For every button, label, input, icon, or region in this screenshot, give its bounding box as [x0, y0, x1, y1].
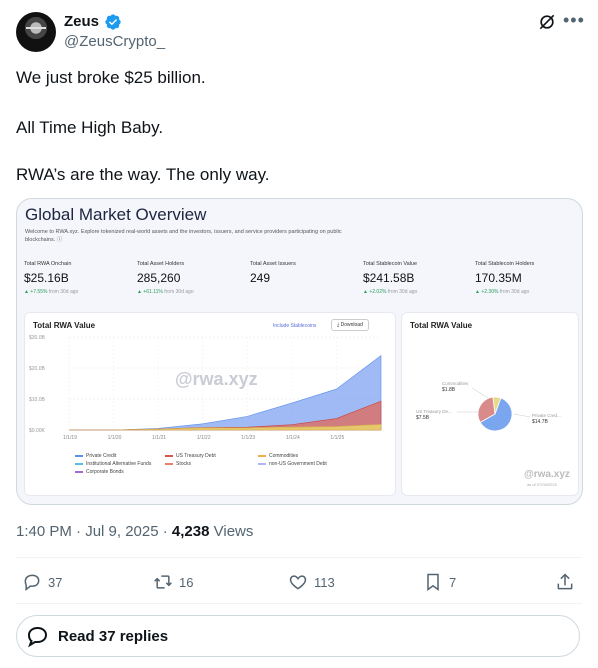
x-tick-label: 1/1/23: [241, 435, 255, 441]
card-description: Welcome to RWA.xyz. Explore tokenized re…: [25, 229, 342, 243]
tweet-text-line: We just broke $25 billion.: [16, 68, 206, 87]
retweet-icon: [154, 575, 172, 589]
legend-item: US Treasury Debt: [165, 453, 216, 459]
y-tick-label: $10.0B: [29, 397, 46, 403]
like-button[interactable]: 113: [288, 572, 335, 592]
reply-icon: [24, 574, 40, 592]
grok-icon[interactable]: [537, 12, 557, 32]
as-of-date: as of 07/09/2025: [527, 482, 557, 487]
rwa-watermark-logo: @rwa.xyz: [524, 469, 570, 480]
x-tick-label: 1/1/20: [108, 435, 122, 441]
x-tick-label: 1/1/25: [330, 435, 344, 441]
pie-leader-line: [513, 413, 531, 418]
legend-item: Commodities: [258, 453, 298, 459]
stat-block: Total Asset Issuers 249: [250, 261, 296, 285]
rwa-watermark: @rwa.xyz: [175, 369, 258, 389]
legend-item: Private Credit: [75, 453, 116, 459]
tweet-image[interactable]: Global Market Overview Welcome to RWA.xy…: [16, 198, 583, 505]
y-tick-label: $0.00K: [29, 428, 46, 434]
stat-block: Total RWA Onchain $25.16B ▲ +7.55% from …: [24, 261, 79, 295]
x-tick-label: 1/1/19: [63, 435, 77, 441]
divider: [16, 557, 582, 558]
x-tick-label: 1/1/24: [286, 435, 300, 441]
y-tick-label: $20.0B: [29, 366, 46, 372]
x-tick-label: 1/1/22: [197, 435, 211, 441]
speech-bubble-icon: [27, 626, 48, 648]
tweet-text-line: RWA’s are the way. The only way.: [16, 165, 270, 184]
pie-slice-value: $7.5B: [416, 415, 430, 421]
retweet-button[interactable]: 16: [153, 572, 193, 592]
stat-block: Total Asset Holders 285,260 ▲ +61.11% fr…: [137, 261, 194, 295]
rwa-value-pie-panel: Total RWA Value Private Cred... $14.7B US …: [401, 312, 579, 496]
author-handle[interactable]: @ZeusCrypto_: [64, 32, 165, 52]
stat-block: Total Stablecoin Value $241.58B ▲ +2.02%…: [363, 261, 418, 295]
x-tick-label: 1/1/21: [152, 435, 166, 441]
pie-slice-value: $1.8B: [442, 387, 456, 393]
reply-button[interactable]: 37: [22, 572, 62, 592]
verified-badge-icon: [105, 14, 121, 30]
share-button[interactable]: [555, 572, 581, 592]
pie-chart: Private Cred...$14.7B US Treasury De...$7…: [416, 381, 561, 432]
avatar[interactable]: [16, 12, 56, 52]
area-chart: $30.0B $20.0B $10.0B $0.00K 1/1/19 1/1/20 1/1/…: [29, 335, 382, 441]
pie-slice-label: US Treasury De...: [416, 409, 452, 414]
more-options-icon[interactable]: •••: [563, 10, 585, 31]
views-label: Views: [209, 523, 254, 540]
bookmark-button[interactable]: 7: [423, 572, 456, 592]
bookmark-icon: [427, 573, 439, 591]
legend-item: Corporate Bonds: [75, 469, 124, 475]
author-name[interactable]: Zeus: [64, 12, 99, 32]
stat-block: Total Stablecoin Holders 170.35M ▲ +2.30…: [475, 261, 535, 295]
pie-leader-line: [471, 387, 489, 399]
tweet-text-line: All Time High Baby.: [16, 118, 164, 137]
card-title: Global Market Overview: [25, 205, 207, 224]
read-replies-label: Read 37 replies: [58, 627, 169, 645]
pie-slice-label: Private Cred...: [532, 413, 561, 418]
pie-slice-value: $14.7B: [532, 419, 549, 425]
legend-item: Stocks: [165, 461, 191, 467]
read-replies-button[interactable]: Read 37 replies: [16, 615, 580, 657]
legend-item: Institutional Alternative Funds: [75, 461, 151, 467]
heart-icon: [289, 575, 307, 590]
y-tick-label: $30.0B: [29, 335, 46, 341]
tweet-meta: 1:40 PM · Jul 9, 2025 · 4,238 Views: [16, 522, 253, 542]
views-count: 4,238: [171, 523, 210, 540]
share-icon: [557, 573, 573, 590]
rwa-value-area-panel: Total RWA Value Include Stablecoins ⤓ Do…: [24, 312, 396, 496]
pie-slice-label: Commodities: [442, 381, 469, 386]
tweet-time[interactable]: 1:40 PM · Jul 9, 2025 ·: [16, 523, 172, 540]
divider: [16, 603, 582, 604]
legend-item: non-US Government Debt: [258, 461, 327, 467]
